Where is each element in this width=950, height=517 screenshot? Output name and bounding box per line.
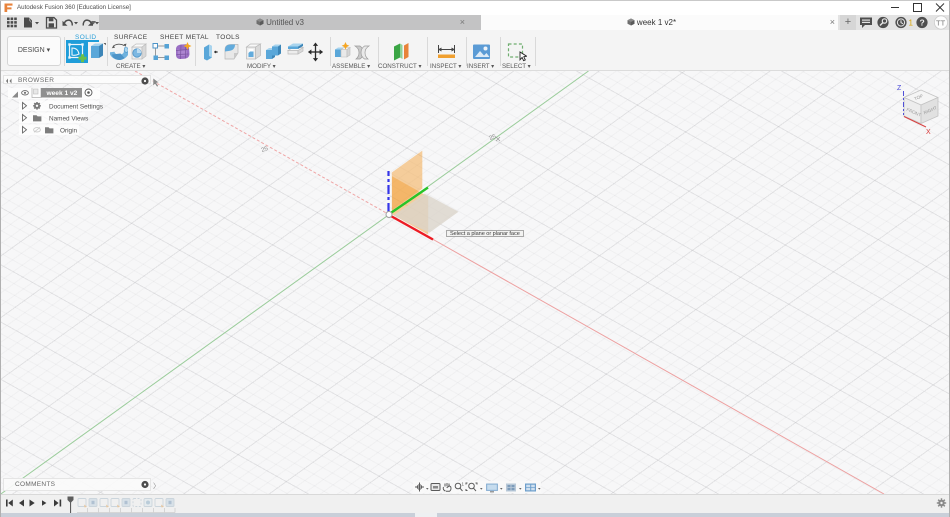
svg-text:X: X (926, 129, 931, 136)
svg-text:Document Settings: Document Settings (49, 103, 103, 110)
svg-text:week 1 v2: week 1 v2 (46, 90, 78, 97)
svg-text:Named Views: Named Views (49, 115, 88, 122)
svg-text:1: 1 (909, 19, 914, 28)
svg-text:TT: TT (936, 19, 946, 28)
svg-text:25: 25 (261, 146, 270, 154)
svg-text:Z: Z (897, 85, 902, 92)
svg-text:1: 1 (462, 482, 465, 487)
svg-text:Origin: Origin (60, 127, 77, 134)
svg-text:?: ? (920, 18, 925, 28)
